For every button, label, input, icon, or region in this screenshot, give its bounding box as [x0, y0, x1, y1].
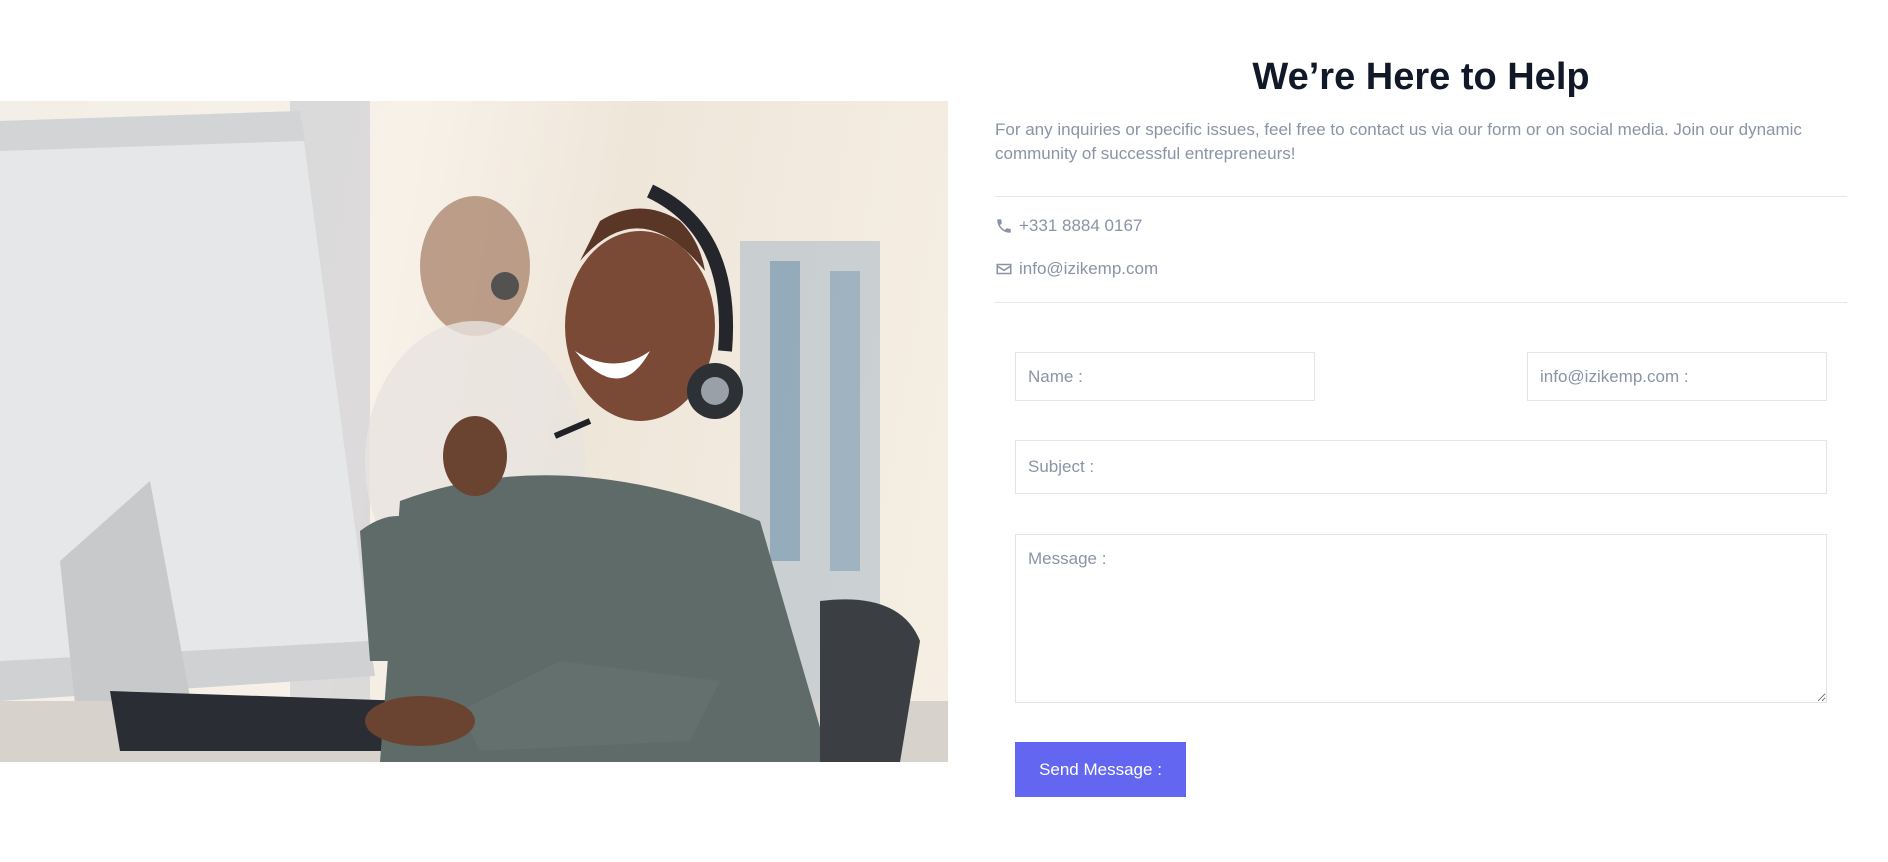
contact-intro: For any inquiries or specific issues, fe…: [995, 120, 1802, 163]
subject-input[interactable]: [1015, 440, 1827, 494]
name-input[interactable]: [1015, 352, 1315, 401]
page-title: We’re Here to Help: [1252, 56, 1590, 98]
envelope-icon: [996, 263, 1012, 275]
send-message-button[interactable]: Send Message :: [1015, 742, 1186, 797]
support-agent-photo: [0, 101, 948, 762]
email-input[interactable]: [1527, 352, 1827, 401]
email-row: info@izikemp.com: [995, 259, 1158, 279]
divider: [995, 302, 1847, 303]
phone-icon: [997, 219, 1011, 233]
divider: [995, 196, 1847, 197]
message-textarea[interactable]: [1015, 534, 1827, 703]
phone-number: +331 8884 0167: [1019, 216, 1143, 235]
support-agent-illustration: [0, 101, 948, 762]
email-address: info@izikemp.com: [1019, 259, 1159, 278]
phone-row: +331 8884 0167: [995, 216, 1142, 236]
